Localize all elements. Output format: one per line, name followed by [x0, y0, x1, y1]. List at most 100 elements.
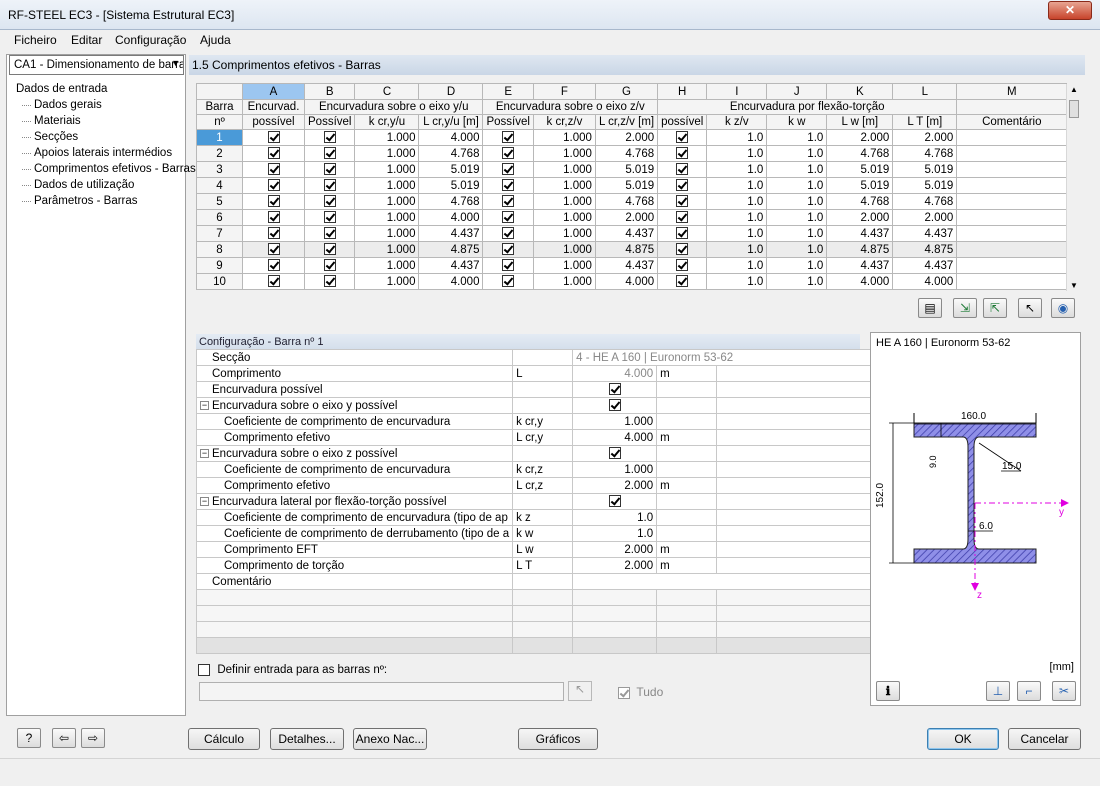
- config-row[interactable]: Coeficiente de comprimento de encurvadur…: [195, 461, 884, 478]
- config-comment-value[interactable]: [572, 573, 884, 590]
- comment-cell[interactable]: [956, 241, 1068, 258]
- l-cr-z-cell[interactable]: 4.768: [594, 145, 659, 162]
- config-value[interactable]: 1.000: [572, 461, 658, 478]
- k-cr-z-cell[interactable]: 1.000: [532, 257, 596, 274]
- col-letter[interactable]: J: [766, 83, 828, 100]
- k-cr-y-cell[interactable]: 1.000: [354, 161, 420, 178]
- table-row[interactable]: 1 1.000 4.000 1.000 2.000 1.0 1.0 2.000 2.000: [196, 129, 1068, 146]
- config-checkbox[interactable]: [608, 447, 621, 460]
- config-row[interactable]: Comprimento efetivo L cr,y 4.000 m: [195, 429, 884, 446]
- config-row[interactable]: Coeficiente de comprimento de encurvadur…: [195, 509, 884, 526]
- collapse-icon[interactable]: −: [200, 496, 209, 506]
- define-input-checkbox[interactable]: [198, 663, 210, 676]
- scrollbar-thumb[interactable]: [1069, 100, 1079, 118]
- lt-possible-cell[interactable]: [657, 209, 708, 226]
- z-possible-checkbox[interactable]: [502, 243, 515, 256]
- config-value[interactable]: 1.000: [572, 413, 658, 430]
- config-row[interactable]: − Encurvadura sobre o eixo y possível: [195, 397, 884, 414]
- col-letter[interactable]: E: [482, 83, 534, 100]
- design-case-select[interactable]: CA1 - Dimensionamento de barra ▼: [9, 55, 184, 75]
- col-letter[interactable]: H: [657, 83, 708, 100]
- z-possible-cell[interactable]: [482, 129, 534, 146]
- k-cr-z-cell[interactable]: 1.000: [532, 129, 596, 146]
- k-cr-z-cell[interactable]: 1.000: [532, 209, 596, 226]
- k-z-cell[interactable]: 1.0: [706, 193, 768, 210]
- row-number[interactable]: 3: [196, 161, 243, 178]
- l-cr-y-cell[interactable]: 4.437: [418, 225, 484, 242]
- export-excel-button[interactable]: ⇲: [953, 298, 977, 318]
- config-row[interactable]: − Encurvadura lateral por flexão-torção p…: [195, 493, 884, 510]
- config-row[interactable]: Secção 4 - HE A 160 | Euronorm 53-62: [195, 349, 884, 366]
- k-w-cell[interactable]: 1.0: [766, 225, 828, 242]
- y-possible-cell[interactable]: [303, 225, 356, 242]
- col-letter[interactable]: C: [354, 83, 420, 100]
- view-button[interactable]: ◉: [1051, 298, 1075, 318]
- y-possible-cell[interactable]: [303, 241, 356, 258]
- k-cr-z-cell[interactable]: 1.000: [532, 193, 596, 210]
- l-t-cell[interactable]: 4.768: [892, 193, 958, 210]
- comment-cell[interactable]: [956, 161, 1068, 178]
- y-possible-cell[interactable]: [303, 193, 356, 210]
- config-row[interactable]: Coeficiente de comprimento de derrubamen…: [195, 525, 884, 542]
- buckling-possible-cell[interactable]: [242, 209, 305, 226]
- l-t-cell[interactable]: 4.875: [892, 241, 958, 258]
- tree-item-serviceability[interactable]: Dados de utilização: [16, 177, 196, 193]
- lt-possible-cell[interactable]: [657, 225, 708, 242]
- details-button[interactable]: Detalhes...: [270, 728, 344, 750]
- k-w-cell[interactable]: 1.0: [766, 177, 828, 194]
- l-cr-z-cell[interactable]: 4.000: [594, 273, 659, 290]
- buckling-possible-checkbox[interactable]: [267, 211, 280, 224]
- buckling-possible-cell[interactable]: [242, 193, 305, 210]
- buckling-possible-cell[interactable]: [242, 177, 305, 194]
- l-cr-y-cell[interactable]: 5.019: [418, 161, 484, 178]
- lt-possible-checkbox[interactable]: [676, 243, 689, 256]
- k-z-cell[interactable]: 1.0: [706, 177, 768, 194]
- y-possible-cell[interactable]: [303, 209, 356, 226]
- k-cr-y-cell[interactable]: 1.000: [354, 241, 420, 258]
- k-cr-z-cell[interactable]: 1.000: [532, 177, 596, 194]
- y-possible-cell[interactable]: [303, 273, 356, 290]
- collapse-icon[interactable]: −: [200, 448, 209, 458]
- info-button[interactable]: ℹ: [876, 681, 900, 701]
- col-letter[interactable]: D: [418, 83, 484, 100]
- config-value[interactable]: 2.000: [572, 541, 658, 558]
- menu-editar[interactable]: Editar: [71, 33, 102, 47]
- all-toggle[interactable]: Tudo: [618, 685, 663, 699]
- lt-possible-cell[interactable]: [657, 241, 708, 258]
- z-possible-cell[interactable]: [482, 209, 534, 226]
- lt-possible-checkbox[interactable]: [676, 211, 689, 224]
- comment-cell[interactable]: [956, 129, 1068, 146]
- l-w-cell[interactable]: 5.019: [826, 177, 894, 194]
- l-cr-y-cell[interactable]: 4.000: [418, 209, 484, 226]
- comment-cell[interactable]: [956, 145, 1068, 162]
- l-t-cell[interactable]: 4.437: [892, 225, 958, 242]
- config-value[interactable]: 4.000: [572, 365, 658, 382]
- z-possible-checkbox[interactable]: [502, 131, 515, 144]
- tree-root-input-data[interactable]: Dados de entrada: [16, 81, 196, 97]
- lt-possible-checkbox[interactable]: [676, 195, 689, 208]
- k-z-cell[interactable]: 1.0: [706, 273, 768, 290]
- l-t-cell[interactable]: 4.000: [892, 273, 958, 290]
- k-cr-z-cell[interactable]: 1.000: [532, 273, 596, 290]
- col-letter[interactable]: F: [532, 83, 596, 100]
- tree-item-general[interactable]: Dados gerais: [16, 97, 196, 113]
- z-possible-cell[interactable]: [482, 177, 534, 194]
- comment-cell[interactable]: [956, 257, 1068, 274]
- k-cr-y-cell[interactable]: 1.000: [354, 209, 420, 226]
- k-cr-y-cell[interactable]: 1.000: [354, 273, 420, 290]
- buckling-possible-checkbox[interactable]: [267, 259, 280, 272]
- config-checkbox[interactable]: [608, 399, 621, 412]
- close-button[interactable]: ✕: [1048, 1, 1092, 20]
- y-possible-cell[interactable]: [303, 145, 356, 162]
- row-number[interactable]: 1: [196, 129, 243, 146]
- y-possible-cell[interactable]: [303, 257, 356, 274]
- back-button[interactable]: ⇦: [52, 728, 76, 748]
- z-possible-checkbox[interactable]: [502, 259, 515, 272]
- l-cr-z-cell[interactable]: 5.019: [594, 177, 659, 194]
- l-w-cell[interactable]: 5.019: [826, 161, 894, 178]
- lt-possible-cell[interactable]: [657, 129, 708, 146]
- col-letter[interactable]: A: [242, 83, 305, 100]
- l-cr-y-cell[interactable]: 4.437: [418, 257, 484, 274]
- annex-button[interactable]: Anexo Nac...: [353, 728, 427, 750]
- table-row[interactable]: 10 1.000 4.000 1.000 4.000 1.0 1.0 4.000 4.000: [196, 273, 1068, 290]
